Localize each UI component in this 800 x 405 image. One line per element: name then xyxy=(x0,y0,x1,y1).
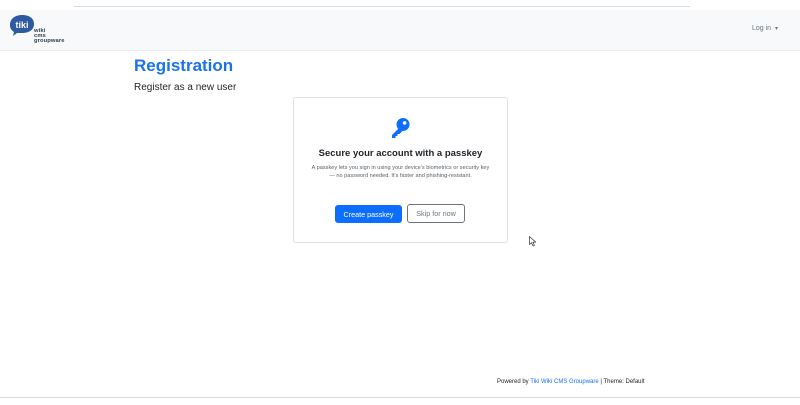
page-subtitle: Register as a new user xyxy=(134,82,237,93)
top-divider xyxy=(74,6,690,7)
tiki-logo[interactable]: tiki wiki cms groupware xyxy=(8,14,98,46)
page-title: Registration xyxy=(134,56,234,75)
logo-text: wiki cms groupware xyxy=(34,28,65,44)
create-passkey-button[interactable]: Create passkey xyxy=(335,205,402,223)
mouse-pointer-icon xyxy=(529,236,537,247)
passkey-heading: Secure your account with a passkey xyxy=(318,148,483,159)
chevron-down-icon: ▾ xyxy=(774,26,778,32)
tiki-logo-badge-text: tiki xyxy=(15,20,28,30)
skip-for-now-button[interactable]: Skip for now xyxy=(407,204,465,223)
passkey-card: Secure your account with a passkey A pas… xyxy=(293,97,508,243)
footer-tiki-link[interactable]: Tiki Wiki CMS Groupware xyxy=(530,379,598,385)
footer: Powered by Tiki Wiki CMS Groupware | The… xyxy=(497,379,645,385)
logo-line-groupware: groupware xyxy=(34,38,65,44)
tiki-logo-badge: tiki xyxy=(10,15,34,36)
footer-theme: | Theme: Default xyxy=(600,379,645,385)
login-dropdown[interactable]: Log in ▾ xyxy=(752,25,778,32)
bottom-divider xyxy=(0,397,800,398)
passkey-description: A passkey lets you sign in using your de… xyxy=(311,165,490,179)
login-label: Log in xyxy=(751,25,772,32)
navbar: tiki wiki cms groupware Log in ▾ xyxy=(0,10,800,51)
footer-powered-by: Powered by xyxy=(497,379,529,385)
key-icon xyxy=(392,118,410,138)
